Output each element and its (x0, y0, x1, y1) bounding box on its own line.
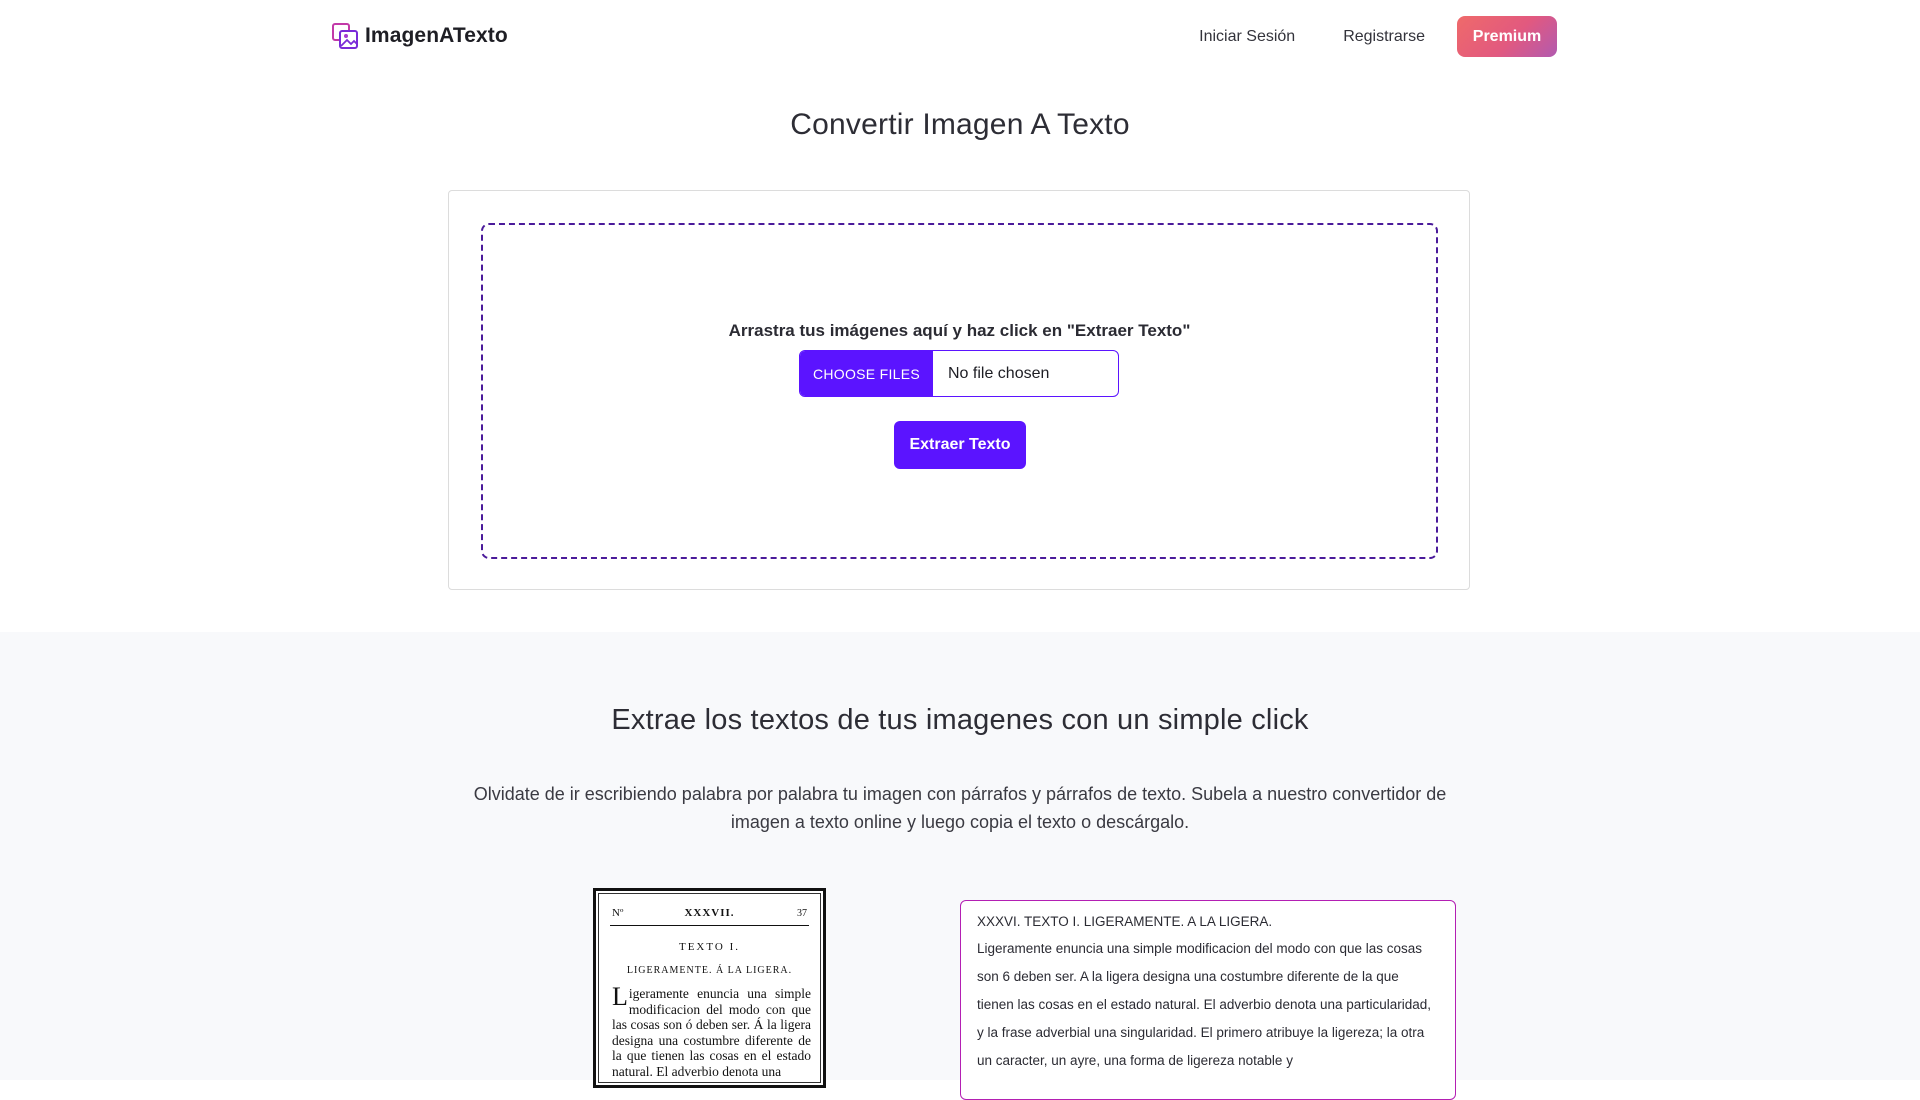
site-header: ImagenATexto Iniciar Sesión Registrarse … (0, 0, 1920, 74)
image-scan-icon (331, 22, 359, 50)
top-nav: Iniciar Sesión Registrarse Premium (1199, 16, 1557, 57)
drop-zone[interactable]: Arrastra tus imágenes aquí y haz click e… (481, 223, 1438, 559)
info-title: Extrae los textos de tus imagenes con un… (611, 704, 1309, 736)
book-page-number: 37 (797, 908, 807, 919)
upload-card: Arrastra tus imágenes aquí y haz click e… (448, 190, 1470, 590)
book-number: XXXVII. (684, 907, 735, 919)
book-heading: TEXTO I. (678, 941, 740, 953)
register-link[interactable]: Registrarse (1343, 17, 1425, 57)
file-status: No file chosen (948, 365, 1050, 382)
extracted-text-box: XXXVI. TEXTO I. LIGERAMENTE. A LA LIGERA… (960, 900, 1456, 1100)
site-logo[interactable]: ImagenATexto (331, 22, 508, 50)
book-header: Nº XXXVII. 37 (610, 903, 809, 926)
book-body-text: igeramente enuncia una simple modificaci… (612, 986, 811, 1079)
file-input[interactable]: CHOOSE FILES No file chosen (799, 350, 1119, 397)
extracted-text-title: XXXVI. TEXTO I. LIGERAMENTE. A LA LIGERA… (977, 914, 1273, 929)
logo-text: ImagenATexto (365, 24, 508, 47)
login-link[interactable]: Iniciar Sesión (1199, 17, 1295, 57)
drop-instructions: Arrastra tus imágenes aquí y haz click e… (728, 321, 1191, 340)
extract-text-button[interactable]: Extraer Texto (894, 421, 1026, 469)
choose-files-button[interactable]: CHOOSE FILES (800, 351, 933, 396)
book-subheading: LIGERAMENTE. Á LA LIGERA. (626, 965, 793, 976)
premium-button[interactable]: Premium (1457, 16, 1557, 57)
example-book-image: Nº XXXVII. 37 TEXTO I. LIGERAMENTE. Á LA… (593, 888, 826, 1088)
book-body: Ligeramente enuncia una simple modificac… (612, 982, 811, 1079)
extracted-text-body: Ligeramente enuncia una simple modificac… (977, 941, 1432, 1068)
page-title: Convertir Imagen A Texto (790, 108, 1130, 141)
info-description: Olvidate de ir escribiendo palabra por p… (473, 784, 1447, 832)
book-dropcap: L (612, 982, 628, 1011)
